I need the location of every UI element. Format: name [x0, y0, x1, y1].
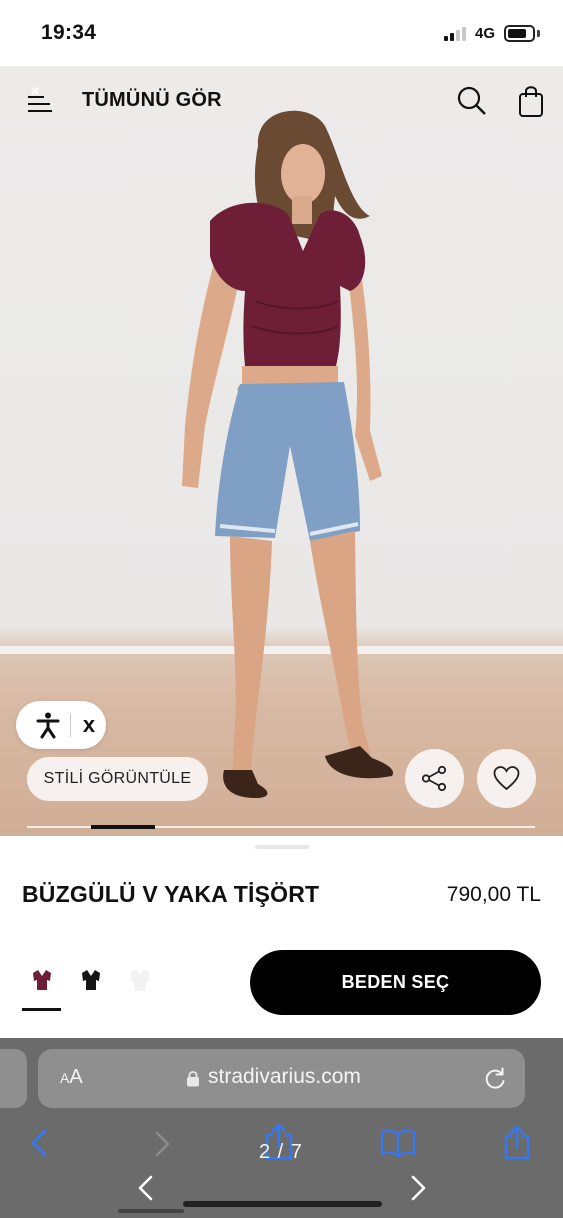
lock-icon [187, 1071, 199, 1087]
chevron-right-icon [411, 1175, 426, 1201]
tabs-icon [504, 1125, 530, 1160]
reload-icon [485, 1067, 505, 1089]
image-page-counter: 2 / 7 [259, 1141, 303, 1163]
product-title: BÜZGÜLÜ V YAKA TİŞÖRT [22, 881, 320, 907]
url-field[interactable]: stradivarius.com [208, 1065, 361, 1089]
search-button[interactable] [455, 84, 489, 118]
shopping-bag-button[interactable] [515, 84, 549, 118]
product-info-sheet: BÜZGÜLÜ V YAKA TİŞÖRT 790,00 TL BEDEN SE… [0, 836, 563, 1038]
previous-tab-peek[interactable] [0, 1049, 27, 1108]
heart-icon [493, 766, 520, 791]
product-price: 790,00 TL [446, 883, 541, 906]
accessibility-button[interactable] [34, 711, 62, 739]
accessibility-widget: x [16, 701, 106, 749]
image-carousel-indicator[interactable] [91, 825, 155, 829]
accessibility-close-button[interactable]: x [76, 711, 102, 739]
browser-toolbar: AA stradivarius.com 2 / 7 [0, 1038, 563, 1218]
book-icon [380, 1129, 416, 1158]
menu-button[interactable] [24, 84, 56, 116]
tabs-button[interactable] [500, 1124, 536, 1167]
share-button[interactable] [405, 749, 464, 808]
share-icon [421, 765, 447, 792]
signal-strength-icon [444, 27, 470, 41]
color-swatch-bordo[interactable] [25, 964, 59, 998]
tshirt-icon [130, 969, 150, 991]
top-navigation: TÜMÜNÜ GÖR [0, 66, 563, 136]
see-all-link[interactable]: TÜMÜNÜ GÖR [82, 89, 222, 112]
status-time: 19:34 [41, 21, 97, 44]
battery-cap [537, 30, 540, 37]
sheet-drag-handle[interactable] [255, 845, 309, 849]
home-indicator-shadow [118, 1209, 184, 1213]
browser-back-button[interactable] [28, 1128, 52, 1163]
chevron-right-icon [155, 1131, 170, 1157]
text-size-button[interactable]: AA [60, 1066, 83, 1089]
bookmarks-button[interactable] [380, 1128, 416, 1163]
view-style-button[interactable]: STİLİ GÖRÜNTÜLE [27, 757, 208, 801]
favorite-button[interactable] [477, 749, 536, 808]
selected-swatch-indicator [22, 1008, 61, 1011]
color-swatch-siyah[interactable] [74, 964, 108, 998]
reload-button[interactable] [482, 1066, 508, 1092]
chevron-left-icon [138, 1175, 153, 1201]
chevron-left-icon [31, 1129, 47, 1157]
color-swatch-beyaz[interactable] [123, 964, 157, 998]
tshirt-icon [33, 970, 51, 990]
accessibility-icon [36, 712, 60, 739]
status-bar: 19:34 4G [0, 0, 563, 66]
model-illustration [182, 110, 394, 798]
tshirt-icon [82, 970, 100, 990]
menu-icon [28, 87, 52, 112]
network-type: 4G [475, 25, 496, 42]
address-bar[interactable]: AA stradivarius.com [38, 1049, 525, 1108]
search-icon [457, 86, 486, 115]
shopping-bag-icon [519, 86, 543, 117]
text-size-label: AA [60, 1066, 83, 1088]
accessibility-divider [70, 713, 71, 737]
browser-forward-button[interactable] [152, 1130, 172, 1163]
carousel-prev-button[interactable] [136, 1174, 156, 1207]
select-size-button[interactable]: BEDEN SEÇ [250, 950, 541, 1015]
home-indicator[interactable] [183, 1201, 382, 1207]
battery-icon [504, 25, 535, 42]
carousel-next-button[interactable] [408, 1174, 428, 1207]
